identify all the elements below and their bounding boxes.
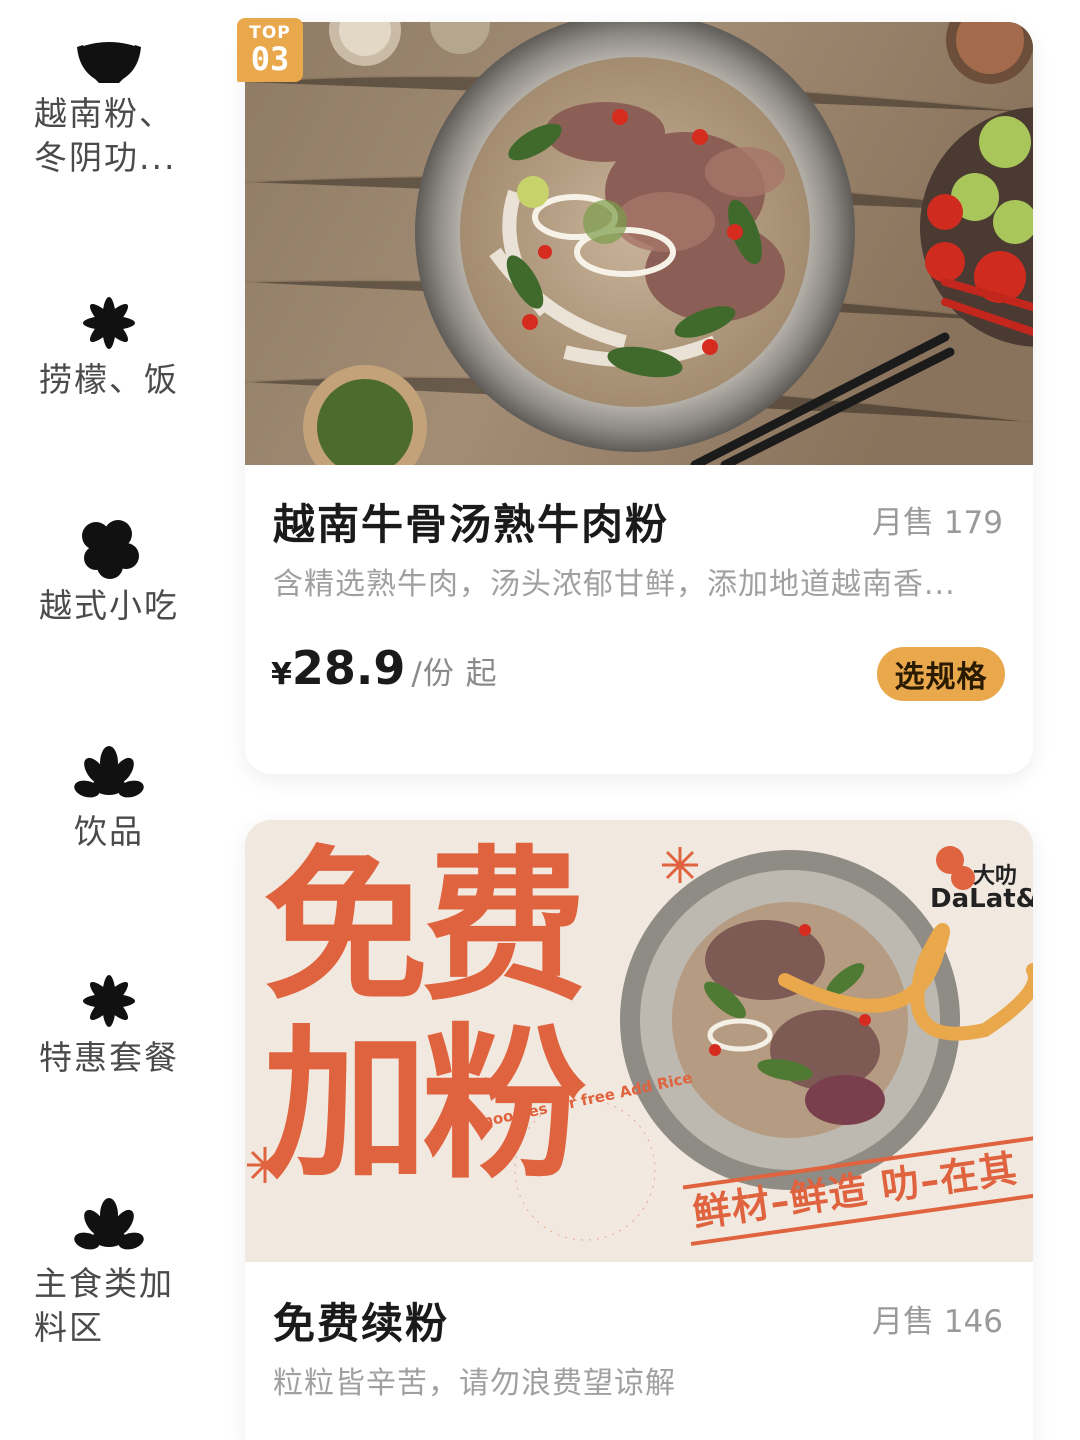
product-card-free-noodle-refill[interactable]: 免费 加粉 noodles for free Add Rice noodles … — [245, 820, 1033, 1440]
category-item-lomon-rice[interactable]: 捞檬、饭 — [0, 288, 218, 402]
lotus-icon — [69, 1192, 149, 1262]
product-description: 含精选熟牛肉，汤头浓郁甘鲜，添加地道越南香... — [273, 567, 956, 602]
product-info: 越南牛骨汤熟牛肉粉 月售 179 含精选熟牛肉，汤头浓郁甘鲜，添加地道越南香..… — [245, 465, 1033, 774]
product-card-beef-pho[interactable]: 越南牛骨汤熟牛肉粉 月售 179 含精选熟牛肉，汤头浓郁甘鲜，添加地道越南香..… — [245, 22, 1033, 774]
blob-flower-icon — [69, 514, 149, 584]
top-rank-badge: TOP 03 — [237, 18, 303, 82]
category-label: 主食类加 料区 — [34, 1264, 174, 1347]
price-value: 28.9 — [291, 641, 406, 695]
brand-name-en: DaLat& — [930, 884, 1033, 914]
category-item-vietnamese-noodles[interactable]: 越南粉、 冬阴功... — [0, 22, 218, 180]
asterisk-flower-icon — [69, 288, 149, 358]
category-item-snacks[interactable]: 越式小吃 — [0, 514, 218, 628]
category-sidebar: 越南粉、 冬阴功... 捞檬、饭 越式小吃 饮品 特惠套餐 主食类加 料区 — [0, 0, 218, 1440]
lotus-icon — [69, 740, 149, 810]
product-name: 免费续粉 — [273, 1299, 450, 1348]
promo-banner[interactable]: 免费 加粉 noodles for free Add Rice noodles … — [245, 820, 1033, 1262]
product-name: 越南牛骨汤熟牛肉粉 — [273, 500, 670, 549]
price-unit: /份 起 — [411, 656, 498, 692]
currency-symbol: ¥ — [271, 657, 292, 692]
monthly-sales: 月售 179 — [871, 505, 1003, 541]
product-price: ¥ 28.9 /份 起 — [271, 641, 498, 695]
category-item-staple-addons[interactable]: 主食类加 料区 — [0, 1192, 218, 1350]
bowl-icon — [69, 22, 149, 92]
banner-headline-line1: 免费 — [263, 831, 587, 1023]
category-item-combo-deals[interactable]: 特惠套餐 — [0, 966, 218, 1080]
monthly-sales: 月售 146 — [871, 1304, 1003, 1340]
category-label: 越式小吃 — [39, 586, 179, 625]
product-photo[interactable] — [245, 22, 1033, 465]
product-info: 免费续粉 月售 146 粒粒皆辛苦，请勿浪费望谅解 — [245, 1262, 1033, 1440]
category-label: 捞檬、饭 — [39, 360, 179, 399]
category-label: 特惠套餐 — [39, 1038, 179, 1077]
asterisk-flower-icon — [69, 966, 149, 1036]
product-description: 粒粒皆辛苦，请勿浪费望谅解 — [273, 1366, 676, 1401]
category-label: 越南粉、 冬阴功... — [34, 94, 177, 177]
select-spec-button[interactable]: 选规格 — [877, 647, 1005, 701]
category-item-drinks[interactable]: 饮品 — [0, 740, 218, 854]
category-label: 饮品 — [74, 812, 144, 851]
